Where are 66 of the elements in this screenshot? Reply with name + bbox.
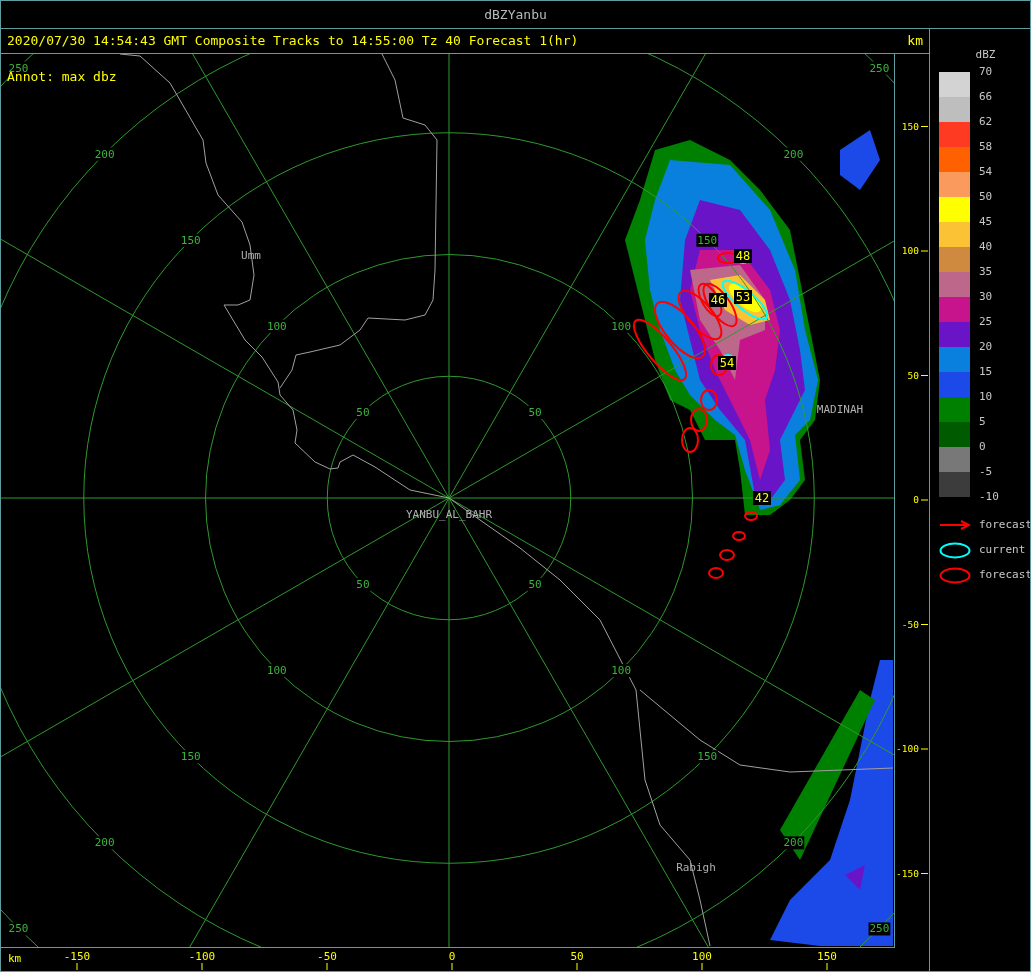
storm-max-label: 42 — [753, 491, 771, 505]
place-label: Umm — [241, 249, 261, 262]
x-axis-tick: 0 — [448, 950, 456, 971]
y-axis-tick: 50 — [907, 369, 929, 381]
x-axis-tick: -150 — [63, 950, 91, 971]
legend-value: 5 — [979, 414, 986, 429]
legend-value: 15 — [979, 364, 993, 379]
legend-value: 45 — [979, 214, 993, 229]
x-axis-tick: 150 — [817, 950, 837, 971]
range-ring-label: 50 — [355, 578, 371, 592]
y-axis-tick: 150 — [901, 120, 929, 132]
legend-value: 35 — [979, 264, 993, 279]
legend-label: forecast — [979, 516, 1030, 533]
range-ring-label: 200 — [93, 836, 116, 850]
window-title: dBZYanbu — [484, 5, 547, 24]
legend-value: 70 — [979, 64, 993, 79]
legend-value: -10 — [979, 489, 999, 505]
y-axis-tick: 100 — [901, 245, 929, 256]
range-ring-label: 50 — [527, 578, 543, 592]
legend-label: current — [979, 541, 1026, 558]
storm-max-label: 48 — [734, 249, 752, 263]
legend-value: 0 — [979, 439, 986, 454]
range-ring-label: 50 — [527, 405, 543, 419]
x-axis-tick: 50 — [570, 950, 584, 971]
range-ring-label: 100 — [610, 664, 633, 678]
x-axis-unit: km — [8, 952, 22, 965]
legend-value: 20 — [979, 339, 993, 354]
range-ring-label: 150 — [696, 750, 719, 764]
legend-value: 66 — [979, 89, 993, 104]
storm-max-label: 54 — [718, 356, 736, 370]
range-ring-label: 150 — [179, 233, 202, 247]
range-ring-label: 150 — [179, 750, 202, 764]
y-axis-tick: -50 — [901, 618, 929, 630]
legend-value: 54 — [979, 164, 993, 179]
range-ring-label: 50 — [355, 405, 371, 419]
range-ring-label: 250 — [868, 61, 891, 75]
range-ring-label: 200 — [93, 147, 116, 161]
unit-label: km — [907, 32, 923, 51]
legend-title: dBZ — [975, 47, 996, 63]
storm-max-label: 53 — [734, 290, 752, 304]
y-axis-tick: -100 — [896, 743, 929, 754]
range-ring-label: 200 — [782, 836, 805, 850]
range-ring-label: 100 — [610, 319, 633, 333]
legend-value: 30 — [979, 289, 993, 304]
range-ring-label: 200 — [782, 147, 805, 161]
range-ring-label: 250 — [868, 922, 891, 936]
x-axis-tick: -100 — [188, 950, 216, 971]
range-ring-label: 250 — [7, 922, 30, 936]
storm-max-label: 46 — [709, 293, 727, 307]
x-axis-tick: 100 — [692, 950, 712, 971]
y-axis-tick: 0 — [913, 494, 929, 505]
legend-value: 10 — [979, 389, 993, 404]
legend-value: 40 — [979, 239, 993, 254]
x-axis-tick: -50 — [317, 950, 337, 971]
range-ring-label: 100 — [265, 319, 288, 333]
y-axis-tick: -150 — [896, 867, 929, 879]
range-ring-label: 100 — [265, 664, 288, 678]
legend-value: 58 — [979, 139, 993, 154]
legend-value: 50 — [979, 189, 993, 204]
legend-value: 25 — [979, 314, 993, 329]
header-text: 2020/07/30 14:54:43 GMT Composite Tracks to 14:55:00 Tz 40 Forecast 1(hr) — [7, 32, 579, 51]
radar-echo-drawing — [840, 130, 880, 190]
legend-label: forecast — [979, 566, 1030, 583]
legend-value: -5 — [979, 464, 993, 479]
place-label: MADINAH — [816, 403, 864, 416]
legend-value: 62 — [979, 114, 993, 129]
